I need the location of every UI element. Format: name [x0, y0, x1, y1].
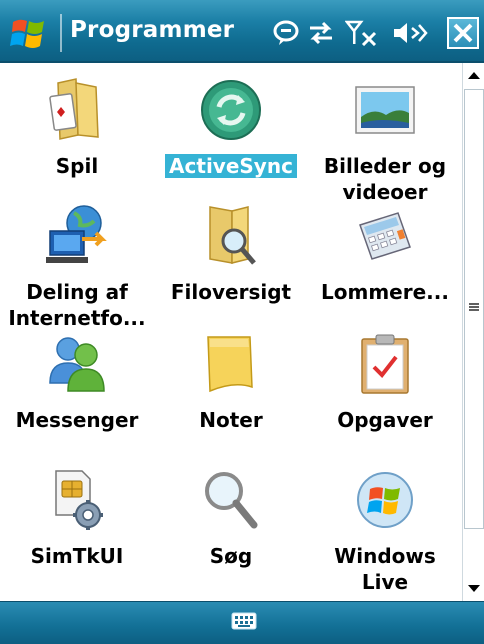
title-bar: Programmer [0, 0, 484, 63]
title-separator [60, 14, 62, 52]
program-label: Windows Live [334, 544, 436, 594]
program-item-activesync[interactable]: ActiveSync [154, 77, 308, 217]
program-item-windows-live[interactable]: Windows Live [308, 467, 462, 601]
vertical-scrollbar[interactable] [462, 63, 484, 601]
program-label: Noter [199, 408, 263, 432]
softkey-bar [0, 601, 484, 644]
program-label: Messenger [15, 408, 139, 432]
program-label: Lommere... [321, 280, 449, 304]
sim-toolkit-icon [44, 467, 110, 533]
close-button[interactable] [447, 17, 479, 49]
notification-icon[interactable] [272, 20, 300, 46]
program-item-lommeregner[interactable]: Lommere... [308, 203, 462, 343]
program-item-noter[interactable]: Noter [154, 331, 308, 471]
tasks-icon [352, 331, 418, 397]
program-item-spil[interactable]: Spil [0, 77, 154, 217]
program-item-opgaver[interactable]: Opgaver [308, 331, 462, 471]
program-grid: Spil ActiveSync Billeder og videoer Deli… [0, 63, 462, 601]
program-item-messenger[interactable]: Messenger [0, 331, 154, 471]
scroll-down-button[interactable] [463, 575, 484, 601]
notes-icon [198, 331, 264, 397]
arrow-down-icon [468, 585, 480, 592]
scroll-thumb[interactable] [464, 89, 484, 529]
program-label: ActiveSync [154, 153, 308, 179]
windows-start-icon[interactable] [10, 16, 48, 52]
keyboard-icon[interactable] [231, 611, 257, 631]
close-icon [453, 23, 473, 43]
activesync-icon [198, 77, 264, 143]
messenger-icon [44, 331, 110, 397]
window-title: Programmer [70, 17, 235, 43]
file-explorer-icon [198, 203, 264, 269]
program-label: Billeder og videoer [323, 154, 447, 204]
grip-icon [469, 303, 479, 311]
volume-icon[interactable] [392, 20, 432, 46]
program-item-filoversigt[interactable]: Filoversigt [154, 203, 308, 343]
arrow-up-icon [468, 72, 480, 79]
games-folder-icon [44, 77, 110, 143]
program-label: SimTkUI [30, 544, 124, 568]
program-label: Filoversigt [170, 280, 292, 304]
connectivity-icon[interactable] [306, 20, 336, 46]
calculator-icon [352, 203, 418, 269]
signal-off-icon[interactable] [344, 20, 379, 47]
program-item-simtkui[interactable]: SimTkUI [0, 467, 154, 601]
program-label: Søg [209, 544, 253, 568]
program-label: Spil [55, 154, 99, 178]
pictures-videos-icon [352, 77, 418, 143]
program-label: Opgaver [337, 408, 433, 432]
scroll-up-button[interactable] [463, 63, 484, 89]
program-item-sog[interactable]: Søg [154, 467, 308, 601]
search-icon [198, 467, 264, 533]
windows-live-icon [352, 467, 418, 533]
selected-label-text: ActiveSync [165, 154, 297, 178]
program-item-deling-af-internetforbindelse[interactable]: Deling af Internetfo... [0, 203, 154, 343]
program-label: Deling af Internetfo... [8, 280, 146, 330]
internet-sharing-icon [44, 203, 110, 269]
program-item-billeder-og-videoer[interactable]: Billeder og videoer [308, 77, 462, 217]
